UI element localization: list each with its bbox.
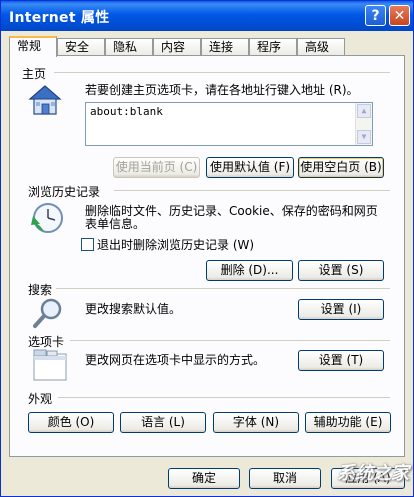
scroll-up-icon[interactable]: ▲ — [357, 104, 371, 118]
accessibility-button[interactable]: 辅助功能 (E) — [305, 412, 391, 433]
colors-button[interactable]: 颜色 (O) — [28, 412, 114, 433]
use-current-button[interactable]: 使用当前页 (C) — [113, 157, 200, 178]
use-blank-button[interactable]: 使用空白页 (B) — [298, 157, 384, 178]
site-watermark: 系统之家 — [337, 463, 409, 484]
tab-content[interactable]: 内容 — [153, 38, 201, 55]
appearance-section-title: 外观 — [28, 392, 53, 406]
tab-connections[interactable]: 连接 — [201, 38, 249, 55]
help-button[interactable]: ? — [365, 5, 386, 26]
home-section-title: 主页 — [22, 67, 47, 81]
home-instruction: 若要创建主页选项卡，请在各地址行键入地址 (R)。 — [85, 83, 359, 97]
delete-on-exit-checkbox[interactable] — [81, 238, 94, 251]
section-divider — [58, 397, 390, 398]
history-description-line2: 表单信息。 — [85, 217, 146, 231]
section-divider — [70, 340, 390, 341]
section-divider — [114, 190, 390, 191]
internet-options-window: Internet 属性 ? ✕ 常规 安全 隐私 内容 连接 程序 高级 主页 … — [0, 0, 414, 497]
tab-advanced[interactable]: 高级 — [297, 38, 345, 55]
window-title: Internet 属性 — [9, 10, 110, 26]
url-scrollbar[interactable]: ▲ ▼ — [355, 103, 372, 145]
fonts-button[interactable]: 字体 (N) — [213, 412, 299, 433]
ok-button[interactable]: 确定 — [168, 468, 240, 489]
home-page-url-value: about:blank — [90, 105, 163, 118]
history-settings-button[interactable]: 设置 (S) — [298, 260, 384, 281]
title-bar[interactable]: Internet 属性 ? ✕ — [1, 1, 413, 31]
tab-general[interactable]: 常规 — [9, 36, 57, 57]
delete-history-button[interactable]: 删除 (D)... — [206, 260, 293, 281]
tab-security[interactable]: 安全 — [57, 38, 105, 55]
search-description: 更改搜索默认值。 — [85, 302, 182, 316]
tabs-description: 更改网页在选项卡中显示的方式。 — [85, 353, 266, 367]
search-settings-button[interactable]: 设置 (I) — [298, 299, 384, 320]
use-default-button[interactable]: 使用默认值 (F) — [206, 157, 294, 178]
home-icon — [28, 85, 62, 115]
clock-history-icon — [31, 203, 63, 233]
magnifier-icon — [33, 298, 62, 328]
languages-button[interactable]: 语言 (L) — [120, 412, 206, 433]
scroll-down-icon[interactable]: ▼ — [357, 130, 371, 144]
tabbed-window-icon — [33, 349, 67, 381]
delete-on-exit-label[interactable]: 退出时删除浏览历史记录 (W) — [97, 238, 254, 252]
cancel-button[interactable]: 取消 — [249, 468, 321, 489]
tabs-settings-button[interactable]: 设置 (T) — [298, 350, 384, 371]
general-tab-panel: 主页 若要创建主页选项卡，请在各地址行键入地址 (R)。 about:blank… — [9, 55, 405, 457]
section-divider — [56, 288, 390, 289]
section-divider — [54, 72, 390, 73]
close-button[interactable]: ✕ — [389, 5, 410, 26]
history-section-title: 浏览历史记录 — [28, 185, 101, 199]
history-description-line1: 删除临时文件、历史记录、Cookie、保存的密码和网页 — [85, 204, 378, 218]
tab-privacy[interactable]: 隐私 — [105, 38, 153, 55]
tab-programs[interactable]: 程序 — [249, 38, 297, 55]
home-page-url-input[interactable]: about:blank ▲ ▼ — [85, 102, 373, 146]
